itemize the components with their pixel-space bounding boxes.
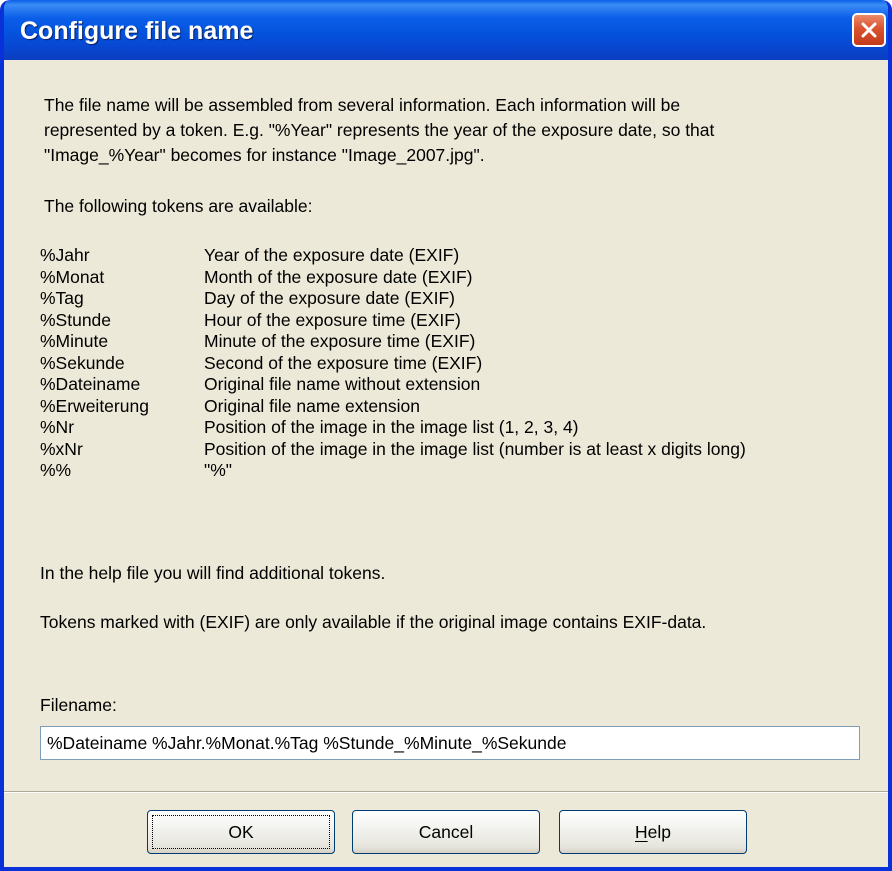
help-button[interactable]: Help bbox=[559, 810, 747, 854]
tokens-heading: The following tokens are available: bbox=[44, 196, 313, 216]
token-name: %Dateiname bbox=[40, 374, 141, 394]
filename-input[interactable] bbox=[40, 726, 860, 760]
intro-line: The file name will be assembled from sev… bbox=[44, 95, 681, 115]
token-name: %Stunde bbox=[40, 309, 112, 330]
token-description: Original file name without extension bbox=[204, 374, 481, 394]
token-name: %Sekunde bbox=[40, 352, 125, 373]
intro-line: represented by a token. E.g. "%Year" rep… bbox=[44, 120, 715, 140]
close-icon bbox=[861, 22, 877, 38]
token-name: %Erweiterung bbox=[40, 395, 149, 416]
token-description: "%" bbox=[204, 460, 232, 480]
filename-label: Filename: bbox=[40, 695, 117, 715]
ok-button-label: OK bbox=[152, 815, 330, 849]
title-bar[interactable]: Configure file name bbox=[4, 0, 888, 60]
token-name: %Jahr bbox=[40, 245, 90, 265]
window-title: Configure file name bbox=[20, 17, 254, 45]
token-name: %Minute bbox=[40, 331, 109, 351]
token-description: Original file name extension bbox=[204, 395, 420, 416]
token-description: Minute of the exposure time (EXIF) bbox=[204, 331, 476, 351]
configure-file-name-dialog: Configure file name The file name will b… bbox=[0, 0, 892, 871]
help-text: In the help file you will find additiona… bbox=[40, 563, 386, 583]
token-name: %Monat bbox=[40, 266, 105, 287]
token-name: %Tag bbox=[40, 288, 84, 308]
token-name: %% bbox=[40, 460, 72, 480]
token-description: Position of the image in the image list … bbox=[204, 417, 579, 437]
token-description: Day of the exposure date (EXIF) bbox=[204, 288, 455, 308]
token-name: %Nr bbox=[40, 417, 75, 437]
help-button-label: Help bbox=[635, 822, 671, 842]
token-description: Hour of the exposure time (EXIF) bbox=[204, 309, 461, 330]
cancel-button[interactable]: Cancel bbox=[352, 810, 540, 854]
token-description: Second of the exposure time (EXIF) bbox=[204, 352, 483, 373]
ok-button[interactable]: OK bbox=[147, 810, 335, 854]
token-name: %xNr bbox=[40, 438, 83, 459]
intro-paragraph: The file name will be assembled from sev… bbox=[44, 93, 714, 168]
intro-line: "Image_%Year" becomes for instance "Imag… bbox=[44, 145, 485, 165]
token-description: Position of the image in the image list … bbox=[204, 438, 746, 459]
exif-note: Tokens marked with (EXIF) are only avail… bbox=[40, 612, 707, 632]
close-button[interactable] bbox=[852, 13, 886, 47]
divider bbox=[4, 791, 888, 793]
token-description: Year of the exposure date (EXIF) bbox=[204, 245, 460, 265]
token-description: Month of the exposure date (EXIF) bbox=[204, 266, 473, 287]
